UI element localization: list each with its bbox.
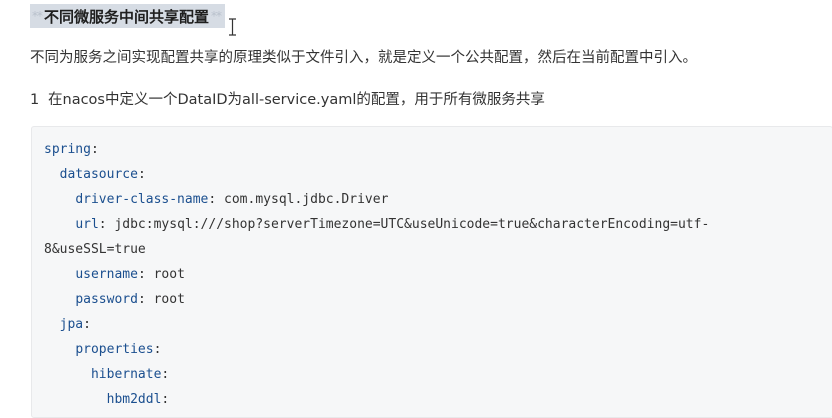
text-cursor-icon	[229, 18, 236, 36]
yaml-value: 8&useSSL=true	[44, 242, 146, 257]
yaml-key: hibernate	[90, 367, 162, 382]
list-item-text: 在nacos中定义一个DataID为all-service.yaml的配置，用于…	[48, 92, 545, 108]
yaml-separator: :	[153, 342, 162, 357]
bold-marker-close: **	[211, 9, 222, 23]
code-line: spring:	[44, 137, 709, 162]
code-line: password: root	[44, 287, 709, 312]
yaml-separator: :	[137, 167, 146, 182]
list-item[interactable]: 1 在nacos中定义一个DataID为all-service.yaml的配置，用…	[30, 88, 545, 109]
yaml-key: jpa	[59, 317, 84, 332]
intro-paragraph[interactable]: 不同为服务之间实现配置共享的原理类似于文件引入，就是定义一个公共配置，然后在当前…	[30, 46, 697, 67]
code-block[interactable]: spring: datasource: driver-class-name: c…	[31, 126, 832, 418]
yaml-separator: :	[98, 217, 107, 232]
yaml-key: datasource	[59, 167, 138, 182]
code-line: driver-class-name: com.mysql.jdbc.Driver	[44, 187, 709, 212]
yaml-separator: :	[161, 367, 170, 382]
yaml-value: root	[145, 292, 185, 307]
list-item-number: 1	[30, 92, 40, 108]
code-line: datasource:	[44, 162, 709, 187]
yaml-key: spring	[44, 142, 91, 157]
yaml-separator: :	[137, 292, 146, 307]
code-line: properties:	[44, 337, 709, 362]
yaml-key: properties	[75, 342, 154, 357]
bold-marker-open: **	[32, 9, 43, 23]
code-line: jpa:	[44, 312, 709, 337]
code-line: url: jdbc:mysql:///shop?serverTimezone=U…	[44, 212, 709, 237]
section-heading: ** 不同微服务中间共享配置 **	[30, 4, 226, 28]
yaml-key: password	[75, 292, 138, 307]
yaml-separator: :	[161, 392, 170, 407]
yaml-key: url	[75, 217, 99, 232]
yaml-separator: :	[83, 317, 91, 332]
code-line: hbm2ddl:	[44, 387, 709, 412]
code-line: username: root	[44, 262, 709, 287]
yaml-separator: :	[137, 267, 146, 282]
yaml-code: spring: datasource: driver-class-name: c…	[44, 137, 709, 412]
yaml-key: hbm2ddl	[106, 392, 162, 407]
yaml-key: username	[75, 267, 138, 282]
yaml-key: driver-class-name	[75, 192, 209, 207]
code-line: 8&useSSL=true	[44, 237, 709, 262]
heading-text[interactable]: 不同微服务中间共享配置	[44, 6, 209, 27]
code-line: hibernate:	[44, 362, 709, 387]
yaml-value: com.mysql.jdbc.Driver	[216, 192, 389, 207]
yaml-value: jdbc:mysql:///shop?serverTimezone=UTC&us…	[106, 217, 710, 232]
yaml-separator: :	[90, 142, 99, 157]
yaml-value: root	[145, 267, 185, 282]
